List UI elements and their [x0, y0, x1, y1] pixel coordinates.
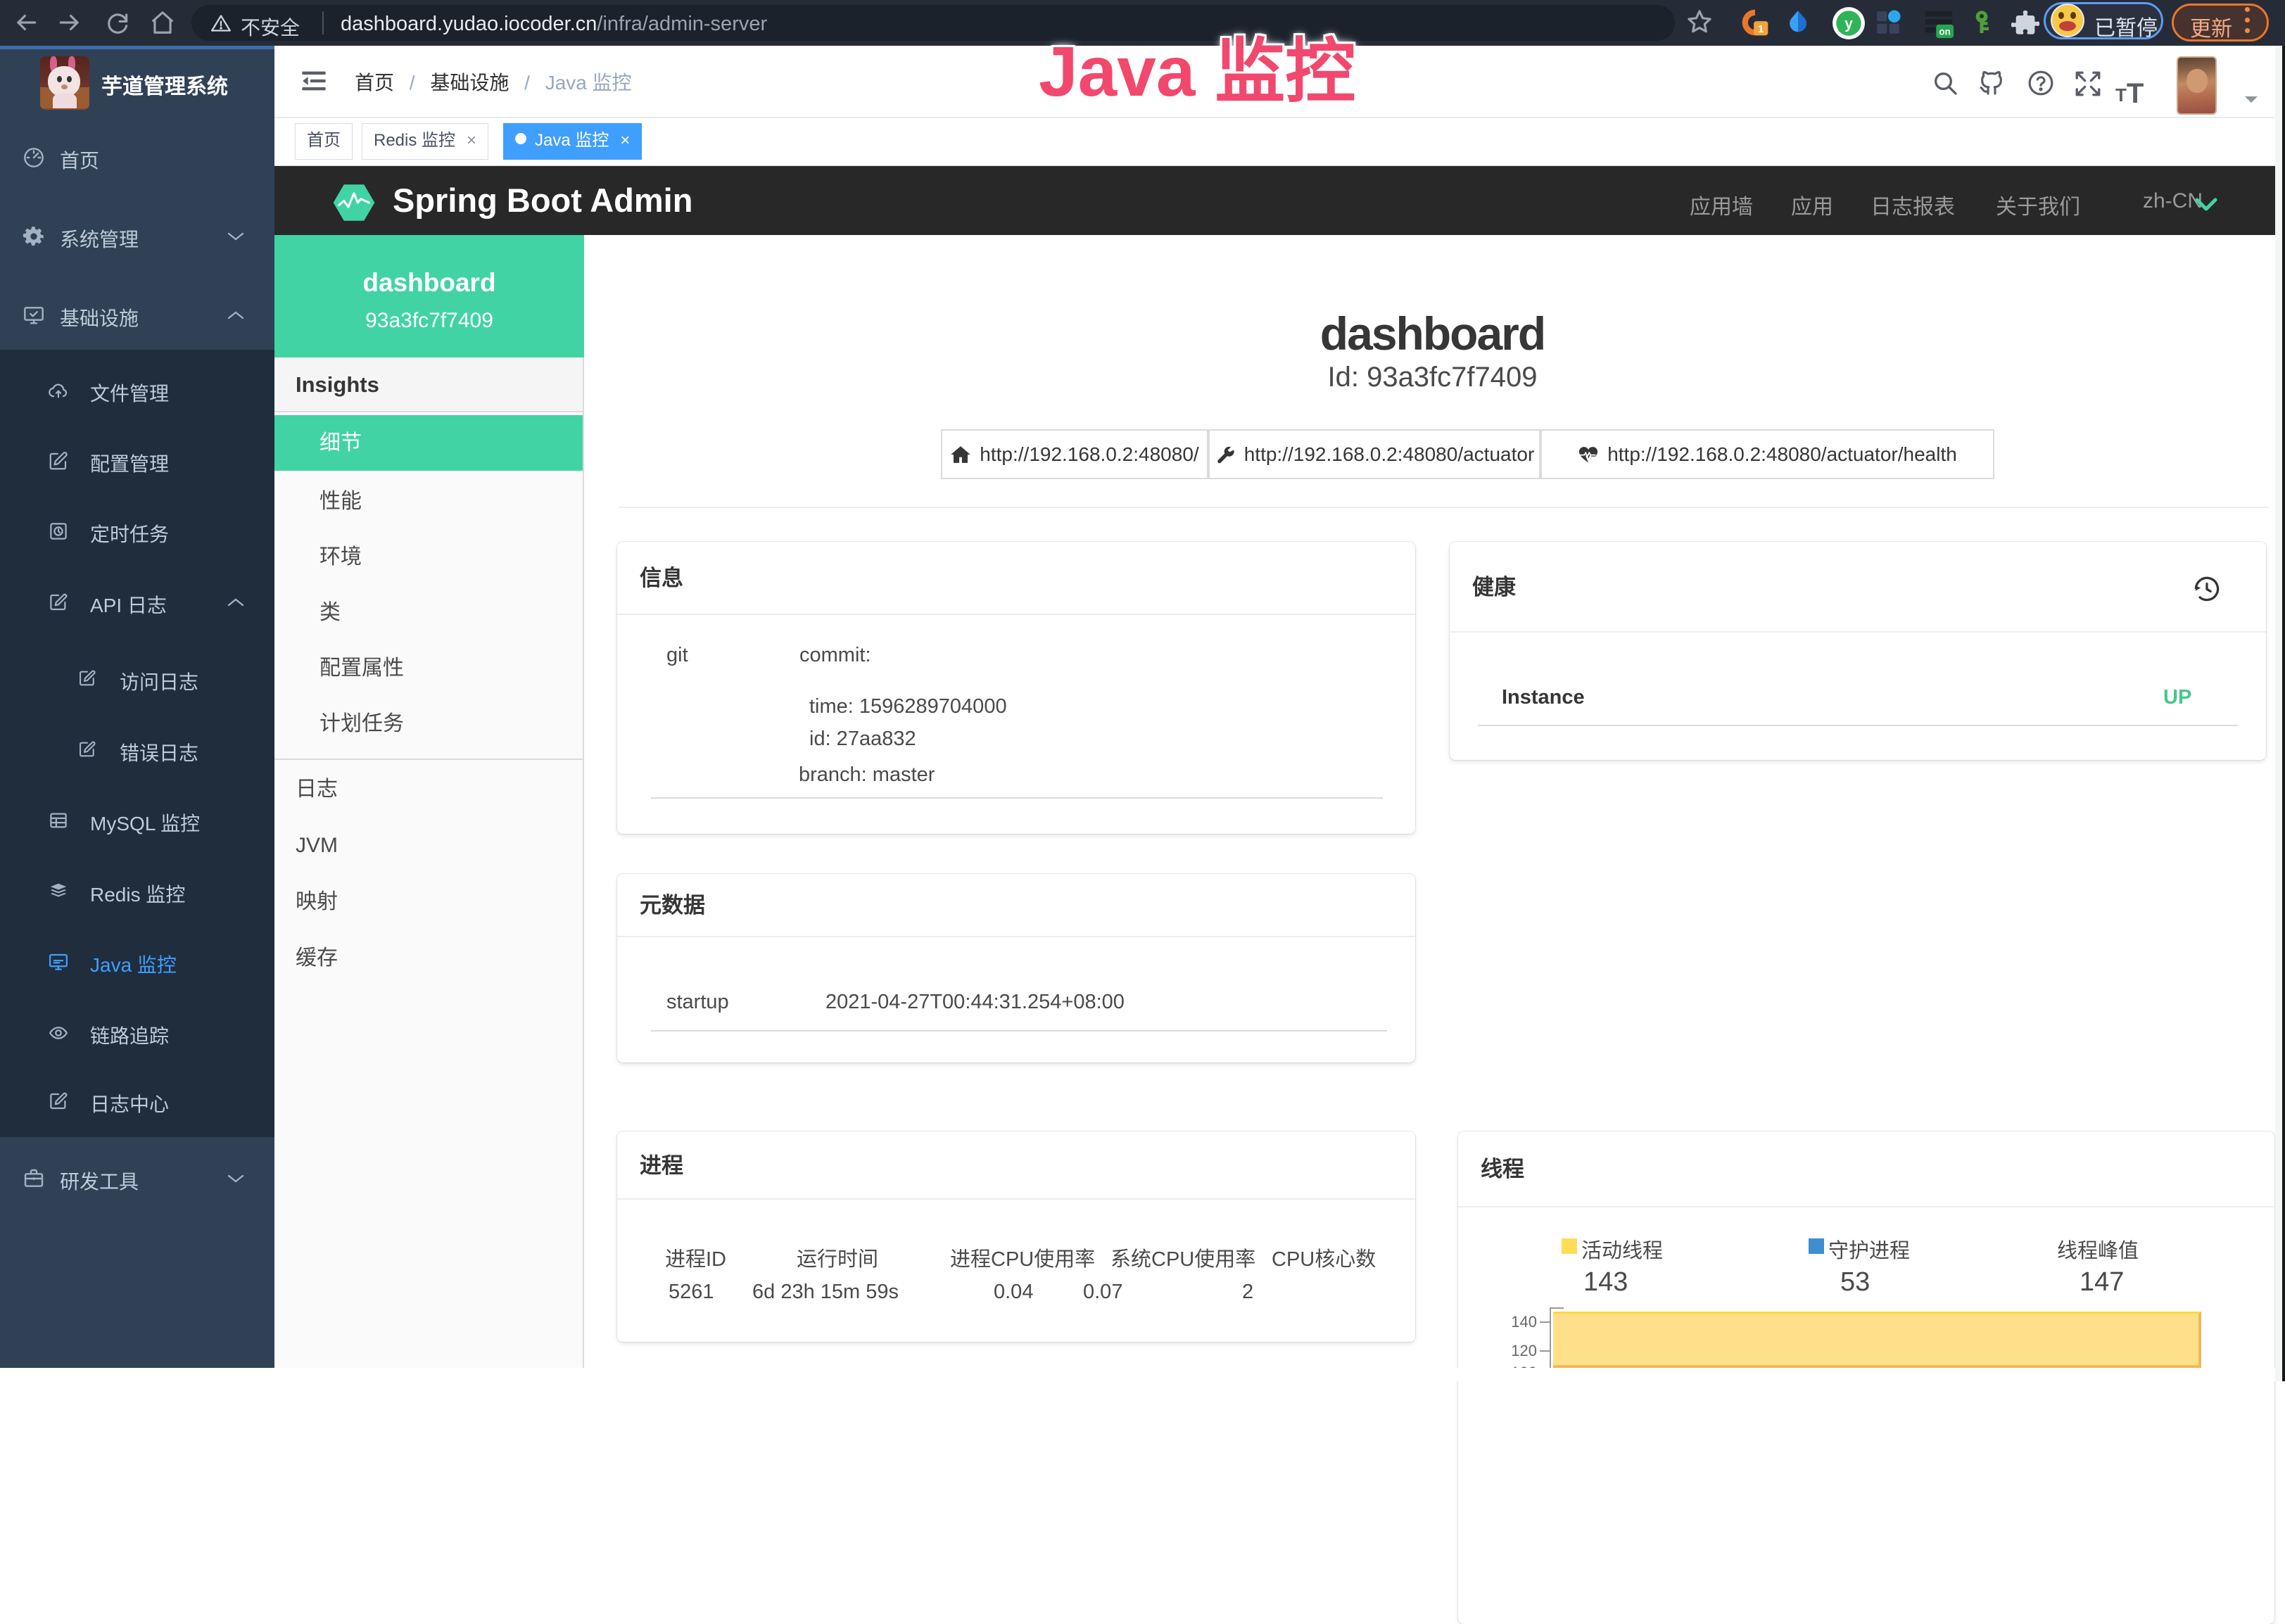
svg-text:y: y: [1844, 15, 1853, 32]
svg-text:on: on: [1939, 26, 1950, 37]
svg-text:1: 1: [1758, 24, 1764, 35]
